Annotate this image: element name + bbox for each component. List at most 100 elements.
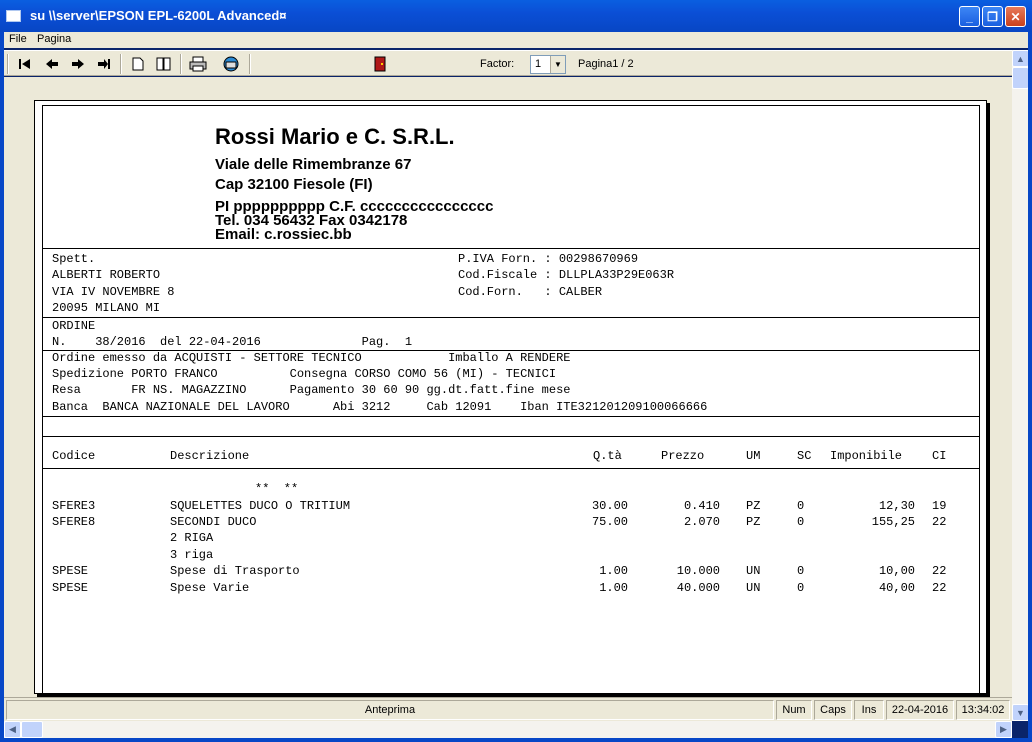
row-qta: 30.00 <box>591 499 628 513</box>
print-button[interactable] <box>187 54 209 74</box>
factor-label: Factor: <box>480 58 515 70</box>
bank-line: Banca BANCA NAZIONALE DEL LAVORO Abi 321… <box>52 400 708 414</box>
two-pages-icon <box>156 57 171 71</box>
printer-setup-button[interactable] <box>220 54 242 74</box>
supplier-piva: P.IVA Forn. : 00298670969 <box>458 252 639 266</box>
window-border <box>1028 32 1032 742</box>
row-descrizione: SECONDI DUCO <box>170 515 257 529</box>
row-codice: SPESE <box>52 564 89 578</box>
row-qta: 75.00 <box>591 515 628 529</box>
exit-button[interactable] <box>369 54 391 74</box>
row-prezzo: 2.070 <box>683 515 720 529</box>
status-date: 22-04-2016 <box>886 700 954 720</box>
horizontal-scroll-thumb[interactable] <box>21 721 43 738</box>
factor-value: 1 <box>535 58 542 70</box>
divider <box>43 248 979 249</box>
menu-pagina[interactable]: Pagina <box>37 33 71 45</box>
last-page-icon <box>98 59 110 69</box>
scroll-right-button[interactable]: ▶ <box>995 721 1012 738</box>
status-time: 13:34:02 <box>956 700 1010 720</box>
row-descrizione: Spese di Trasporto <box>170 564 300 578</box>
row-um: PZ <box>746 515 761 529</box>
previous-page-button[interactable] <box>41 54 63 74</box>
column-header-sc: SC <box>797 449 812 463</box>
row-imponibile: 10,00 <box>878 564 915 578</box>
status-ins: Ins <box>854 700 884 720</box>
next-page-button[interactable] <box>67 54 89 74</box>
next-page-icon <box>72 59 84 69</box>
window-title: su \\server\EPSON EPL-6200L Advanced¤ <box>30 8 287 23</box>
recipient-address: VIA IV NOVEMBRE 8 <box>52 285 175 299</box>
close-button[interactable]: ✕ <box>1005 6 1026 27</box>
divider <box>43 436 979 437</box>
company-address: Viale delle Rimembranze 67 <box>215 156 412 173</box>
two-pages-button[interactable] <box>153 54 175 74</box>
row-ci: 22 <box>932 581 947 595</box>
row-descrizione: SQUELETTES DUCO O TRITIUM <box>170 499 351 513</box>
row-qta: 1.00 <box>599 581 628 595</box>
row-descrizione: 2 RIGA <box>170 531 214 545</box>
window-border <box>0 32 4 742</box>
status-mode: Anteprima <box>6 700 774 720</box>
factor-select[interactable]: 1 ▼ <box>530 55 566 74</box>
scroll-left-button[interactable]: ◀ <box>4 721 21 738</box>
row-prezzo: 0.410 <box>683 499 720 513</box>
row-codice: SPESE <box>52 581 89 595</box>
stars-marker: ** ** <box>255 482 299 496</box>
scroll-down-button[interactable]: ▼ <box>1012 704 1029 721</box>
scroll-up-button[interactable]: ▲ <box>1012 50 1029 67</box>
title-bar: su \\server\EPSON EPL-6200L Advanced¤ _ … <box>0 0 1032 32</box>
supplier-code: Cod.Forn. : CALBER <box>458 285 603 299</box>
row-descrizione: 3 riga <box>170 548 214 562</box>
recipient-name: ALBERTI ROBERTO <box>52 268 161 282</box>
toolbar: Factor: 1 ▼ Pagina1 / 2 <box>4 50 1014 76</box>
printer-setup-icon <box>223 56 239 72</box>
first-page-button[interactable] <box>14 54 36 74</box>
company-city: Cap 32100 Fiesole (FI) <box>215 176 373 193</box>
order-details-line: Ordine emesso da ACQUISTI - SETTORE TECN… <box>52 351 571 365</box>
status-num: Num <box>776 700 812 720</box>
divider <box>43 468 979 469</box>
single-page-icon <box>132 57 144 71</box>
maximize-button[interactable]: ❐ <box>982 6 1003 27</box>
status-bar: Anteprima Num Caps Ins 22-04-2016 13:34:… <box>4 697 1012 721</box>
row-sc: 0 <box>797 499 805 513</box>
menu-file[interactable]: File <box>9 33 27 45</box>
first-page-icon <box>19 59 30 69</box>
print-preview-area: Rossi Mario e C. S.R.L. Viale delle Rime… <box>4 77 1012 697</box>
column-header-imponibile: Imponibile <box>830 449 903 463</box>
row-descrizione: Spese Varie <box>170 581 250 595</box>
minimize-button[interactable]: _ <box>959 6 980 27</box>
recipient-line: Spett. <box>52 252 96 266</box>
print-icon <box>189 56 207 72</box>
row-um: UN <box>746 564 761 578</box>
row-prezzo: 40.000 <box>676 581 720 595</box>
status-caps: Caps <box>814 700 852 720</box>
row-ci: 22 <box>932 515 947 529</box>
divider <box>43 317 979 318</box>
row-sc: 0 <box>797 581 805 595</box>
row-ci: 19 <box>932 499 947 513</box>
preview-page: Rossi Mario e C. S.R.L. Viale delle Rime… <box>34 100 987 695</box>
last-page-button[interactable] <box>93 54 115 74</box>
row-um: PZ <box>746 499 761 513</box>
window-border <box>0 738 1032 742</box>
payment-line: Resa FR NS. MAGAZZINO Pagamento 30 60 90… <box>52 383 571 397</box>
row-um: UN <box>746 581 761 595</box>
toolbar-separator <box>249 54 251 74</box>
row-imponibile: 40,00 <box>878 581 915 595</box>
row-codice: SFERE3 <box>52 499 96 513</box>
menu-bar: File Pagina <box>0 32 1032 48</box>
column-header-codice: Codice <box>52 449 96 463</box>
toolbar-grip <box>7 54 9 74</box>
chevron-down-icon[interactable]: ▼ <box>550 56 565 73</box>
horizontal-scrollbar[interactable]: ◀ ▶ <box>4 721 1012 738</box>
vertical-scroll-thumb[interactable] <box>1012 67 1029 89</box>
column-header-um: UM <box>746 449 761 463</box>
vertical-scrollbar[interactable]: ▲ ▼ <box>1012 50 1029 721</box>
column-header-descrizione: Descrizione <box>170 449 250 463</box>
row-sc: 0 <box>797 564 805 578</box>
order-number-line: N. 38/2016 del 22-04-2016 Pag. 1 <box>52 335 413 349</box>
row-sc: 0 <box>797 515 805 529</box>
single-page-button[interactable] <box>127 54 149 74</box>
